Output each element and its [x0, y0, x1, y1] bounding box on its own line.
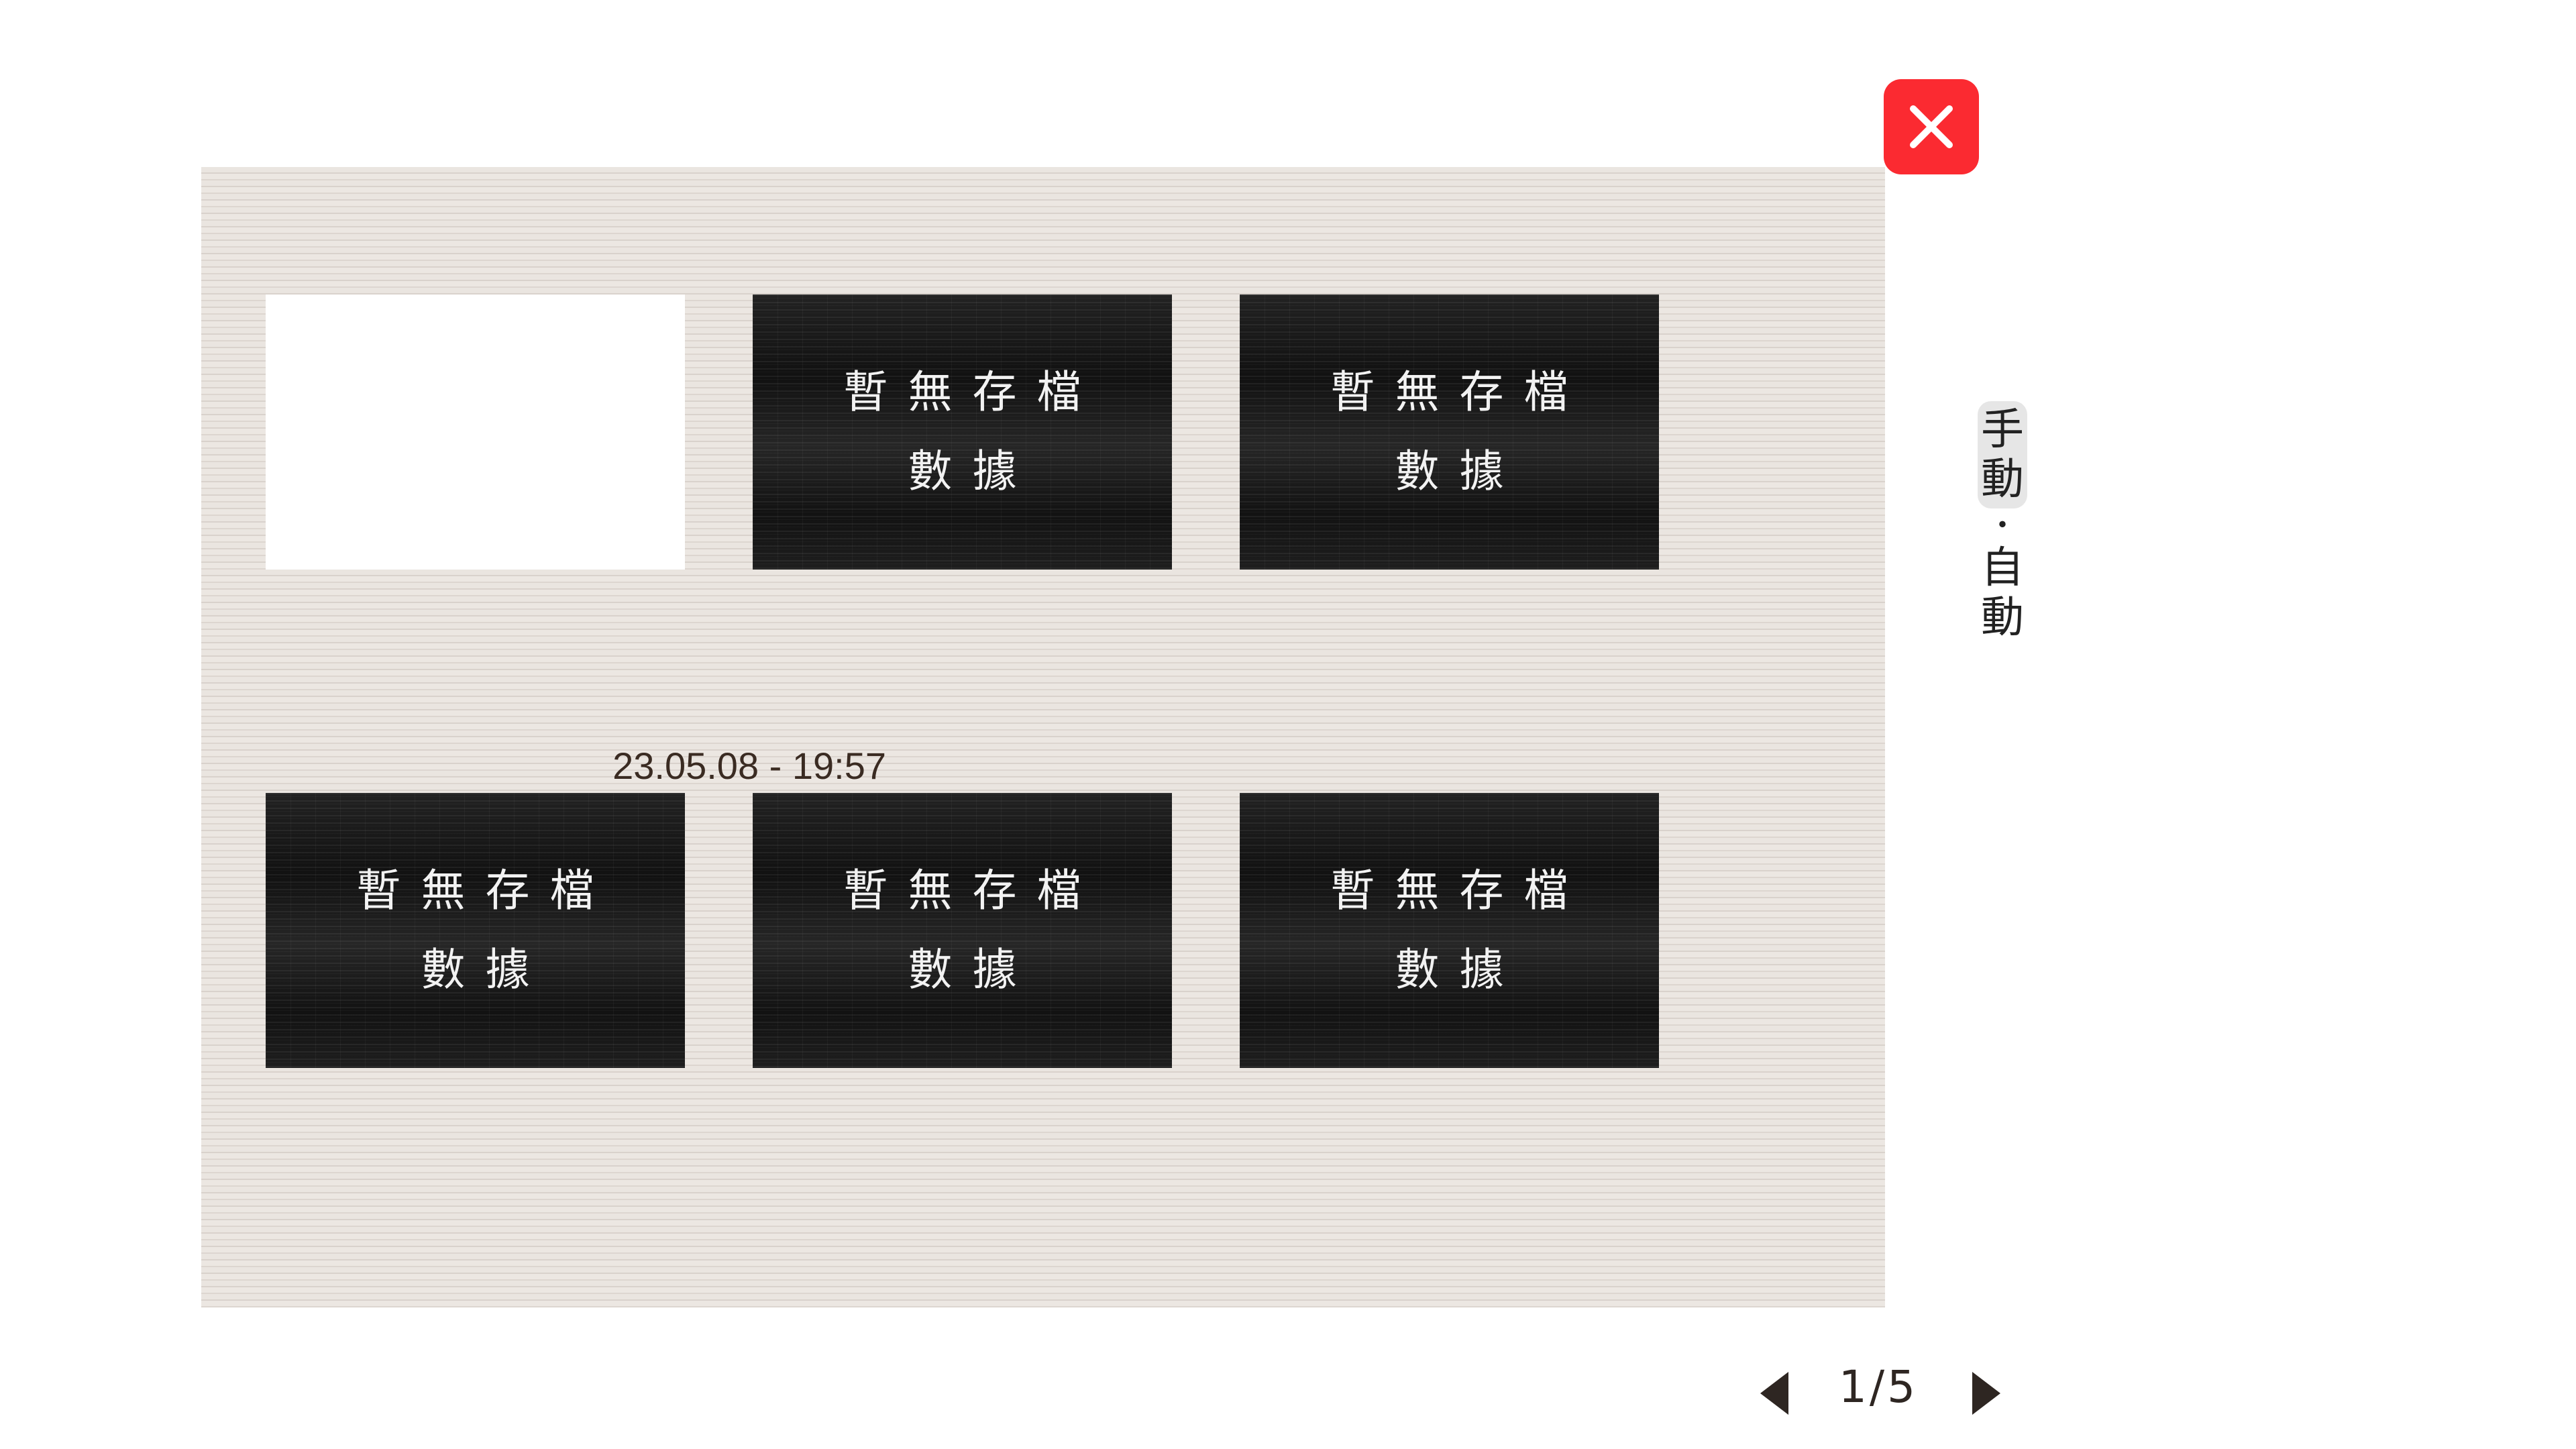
mode-separator: ・ — [1988, 508, 2017, 543]
save-slot-1[interactable] — [266, 294, 685, 570]
slot-empty-label: 暫無存檔 — [1330, 366, 1589, 418]
page-indicator: 1/5 — [1838, 1361, 1919, 1413]
slot-empty-label: 暫無存檔 — [843, 865, 1102, 916]
pagination-control: 1/5 — [1717, 1341, 2042, 1446]
slot-empty-label: 數據 — [908, 944, 1037, 996]
slot-empty-label: 暫無存檔 — [356, 865, 614, 916]
slot-empty-label: 數據 — [421, 944, 550, 996]
slot-empty-label: 數據 — [1395, 445, 1524, 497]
mode-manual-option[interactable]: 手動 — [1978, 401, 2027, 508]
save-slots-panel: 暫無存檔 數據 暫無存檔 數據 暫無存檔 數據 暫無存檔 數據 暫無存檔 數據 … — [201, 167, 2054, 1446]
slot-empty-label: 暫無存檔 — [1330, 865, 1589, 916]
save-slot-4[interactable]: 暫無存檔 數據 — [266, 793, 685, 1068]
save-slot-1-timestamp: 23.05.08 - 19:57 — [612, 745, 886, 787]
slot-empty-label: 數據 — [1395, 944, 1524, 996]
save-slot-3[interactable]: 暫無存檔 數據 — [1240, 294, 1659, 570]
slot-empty-label: 暫無存檔 — [843, 366, 1102, 418]
caret-left-icon[interactable] — [1755, 1372, 1795, 1415]
caret-right-icon[interactable] — [1966, 1372, 2006, 1415]
save-slot-5[interactable]: 暫無存檔 數據 — [753, 793, 1172, 1068]
close-button[interactable] — [1884, 79, 1979, 174]
save-slot-6[interactable]: 暫無存檔 數據 — [1240, 793, 1659, 1068]
save-slot-2[interactable]: 暫無存檔 數據 — [753, 294, 1172, 570]
save-load-screen: 暫無存檔 數據 暫無存檔 數據 暫無存檔 數據 暫無存檔 數據 暫無存檔 數據 … — [0, 0, 2576, 1449]
close-icon — [1910, 105, 1953, 148]
mode-auto-option[interactable]: 自動 — [1978, 543, 2027, 643]
save-mode-toggle: 手動 ・ 自動 — [1951, 370, 2054, 692]
slot-empty-label: 數據 — [908, 445, 1037, 497]
